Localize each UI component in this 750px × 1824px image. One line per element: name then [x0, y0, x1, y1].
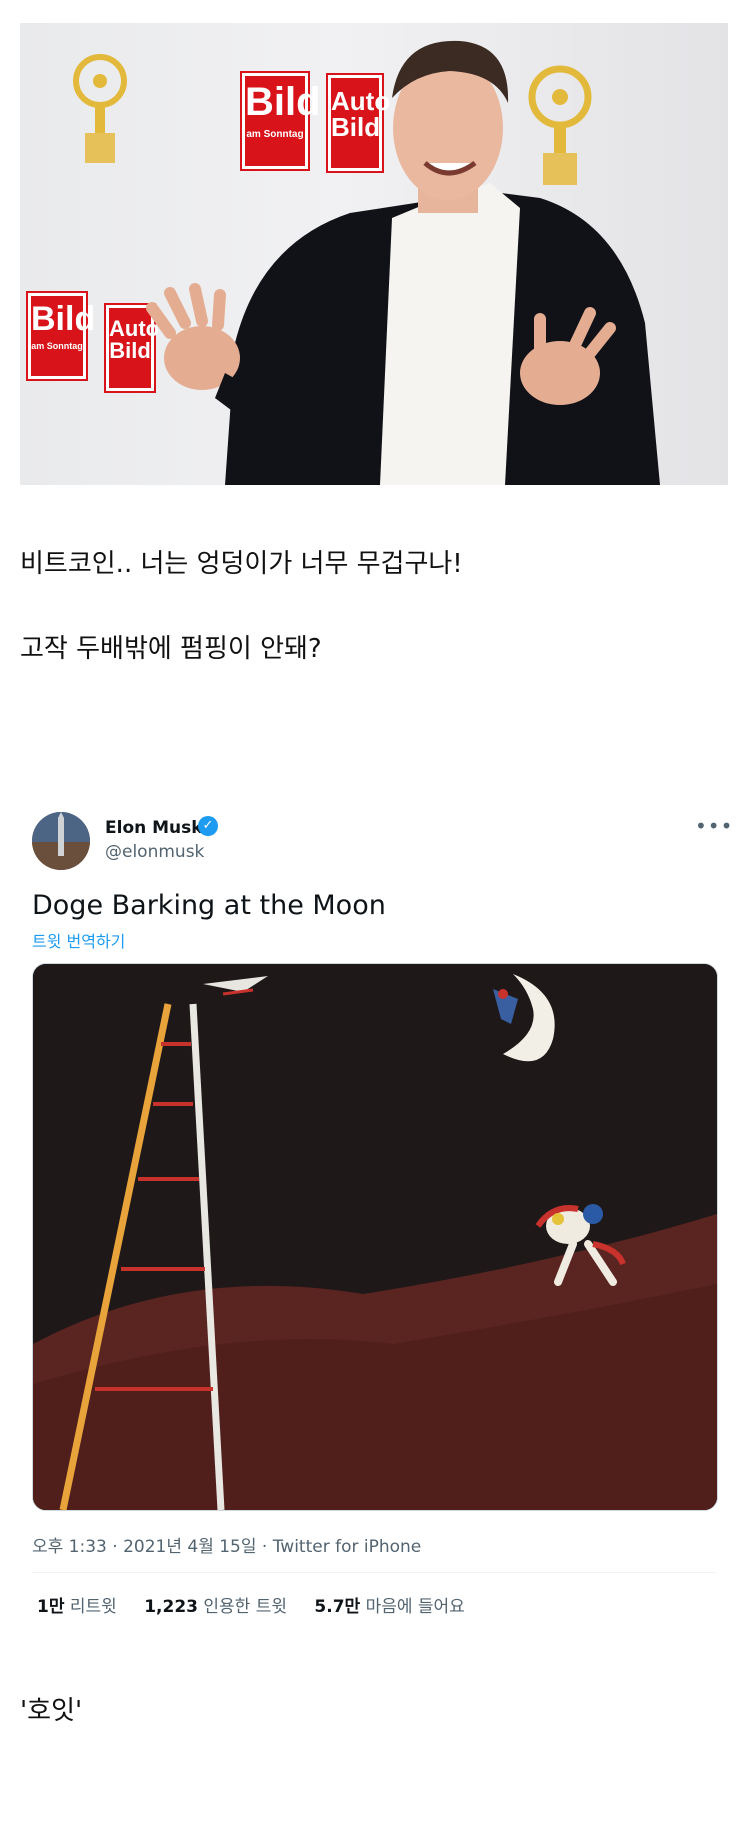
author-handle[interactable]: @elonmusk	[105, 842, 204, 862]
caption-line-1: 비트코인.. 너는 엉덩이가 너무 무겁구나!	[20, 549, 463, 579]
caption-line-3: '호잇'	[20, 1696, 83, 1726]
avatar[interactable]	[32, 812, 90, 870]
tweet-card[interactable]: Elon Musk ✓ @elonmusk ••• Doge Barking a…	[20, 800, 732, 1640]
like-count[interactable]: 5.7만 마음에 들어요	[314, 1597, 464, 1617]
author-name[interactable]: Elon Musk	[105, 818, 203, 838]
more-options-icon[interactable]: •••	[695, 814, 733, 838]
tweet-timestamp[interactable]: 오후 1:33 · 2021년 4월 15일 · Twitter for iPh…	[32, 1532, 421, 1557]
verified-badge-icon: ✓	[198, 816, 218, 836]
tweet-stats: 1만 리트윗 1,223 인용한 트윗 5.7만 마음에 들어요	[37, 1592, 487, 1617]
retweet-count[interactable]: 1만 리트윗	[37, 1597, 117, 1617]
caption-line-2: 고작 두배밖에 펌핑이 안돼?	[20, 634, 322, 664]
elon-photo: Bild am Sonntag Auto Bild Bild am Sonnta…	[20, 23, 728, 485]
tweet-image[interactable]	[32, 963, 718, 1511]
translate-tweet-link[interactable]: 트윗 번역하기	[32, 928, 125, 952]
tweet-text: Doge Barking at the Moon	[32, 890, 386, 921]
person-illustration	[146, 40, 660, 485]
quote-count[interactable]: 1,223 인용한 트윗	[144, 1597, 287, 1617]
divider	[32, 1572, 716, 1573]
